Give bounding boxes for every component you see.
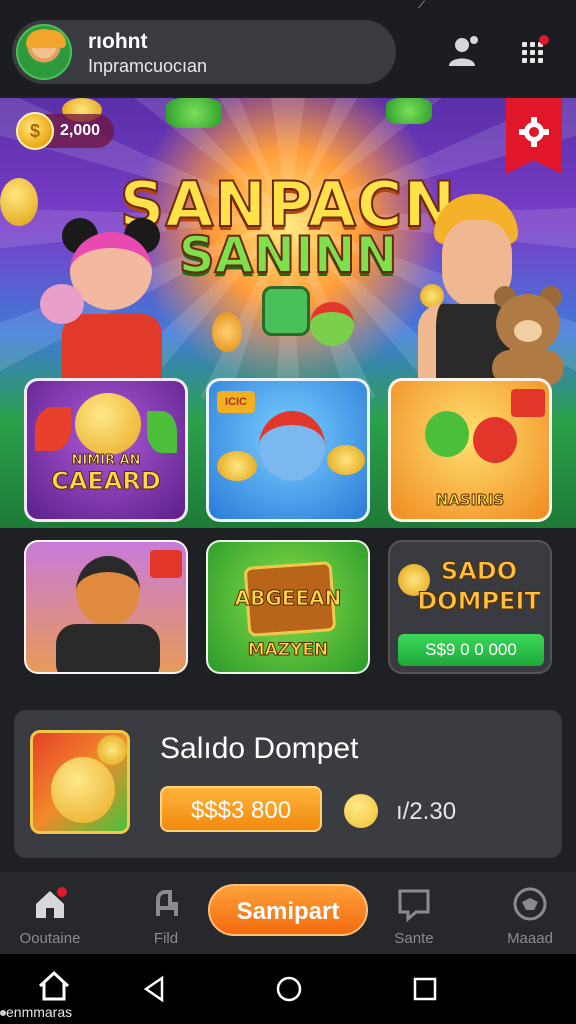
- tile-sublabel: ABGEEAN: [234, 586, 342, 611]
- tile-label: CAEARD: [51, 467, 162, 496]
- robot-character-icon: [262, 280, 362, 360]
- nav-item-sante[interactable]: Sante: [364, 872, 464, 954]
- gem-icon: [386, 98, 432, 124]
- leaf-icon: [147, 411, 177, 453]
- tile-badge-icon: [150, 550, 182, 578]
- home-icon[interactable]: [36, 968, 72, 1004]
- back-icon[interactable]: [140, 974, 170, 1004]
- cartoon-character-icon: [259, 411, 325, 481]
- coin-count: 2,000: [60, 122, 101, 139]
- coin-icon: [217, 451, 257, 481]
- critters-icon: [425, 411, 469, 457]
- bear-icon: [75, 393, 141, 455]
- bear-character-icon: [488, 286, 568, 386]
- system-label: enmmaras: [6, 1004, 73, 1020]
- gem-icon: [166, 98, 222, 128]
- avatar[interactable]: [16, 24, 72, 80]
- coin-icon: [97, 735, 127, 765]
- cat-man-body-icon: [56, 624, 160, 672]
- pig-character-icon: [40, 284, 84, 324]
- gear-icon: [519, 117, 549, 147]
- profile-subtitle: Inpramcuocıan: [88, 56, 208, 76]
- promo-banner[interactable]: $ 2,000 SANPACN SANINN NIMIR AN CAEARD I…: [0, 98, 576, 528]
- add-friend-icon[interactable]: [446, 34, 478, 66]
- smiley-icon: [344, 794, 378, 828]
- profile-pill[interactable]: rıohnt Inpramcuocıan: [12, 20, 396, 84]
- tile-label: NASIRIS: [435, 491, 505, 510]
- recents-icon[interactable]: [410, 974, 440, 1004]
- cat-man-icon: [76, 556, 140, 626]
- signal-icon: ⟋: [418, 0, 425, 11]
- coin-balance-badge[interactable]: $ 2,000: [16, 112, 115, 150]
- game-tile-wallet[interactable]: SADO DOMPEIT S$9 0 0 000: [388, 540, 552, 674]
- balance-button[interactable]: $$$3 800: [160, 786, 322, 832]
- coin-icon: [327, 445, 365, 475]
- tile-label: SADO DOMPEIT: [417, 557, 542, 616]
- system-nav-bar: enmmaras: [0, 954, 576, 1024]
- game-tile-nasiris[interactable]: NASIRIS: [388, 378, 552, 522]
- tile-label: MAZYEN: [247, 640, 329, 661]
- wallet-title: Salıdo Dompet: [160, 732, 359, 765]
- bottom-nav: Ooutaine Fild Samipart Sante Maaad: [0, 872, 576, 954]
- nav-item-maaad[interactable]: Maaad: [480, 872, 576, 954]
- bear-icon: [51, 757, 115, 823]
- coin-icon: $: [16, 112, 54, 150]
- tile-sublabel: NIMIR AN: [71, 453, 141, 469]
- wallet-image: [30, 730, 130, 834]
- ball-icon: [513, 887, 547, 921]
- nav-item-home[interactable]: Ooutaine: [0, 872, 100, 954]
- nav-label: Maaad: [507, 930, 553, 947]
- chat-icon: [398, 889, 430, 922]
- chair-icon: [156, 890, 178, 916]
- nav-label: Ooutaine: [19, 930, 81, 947]
- game-tile-catman[interactable]: [24, 540, 188, 674]
- game-tile-cartoon[interactable]: ICIC: [206, 378, 370, 522]
- wallet-ratio: ı/2.30: [396, 798, 457, 825]
- leaf-icon: [35, 407, 71, 451]
- play-button[interactable]: Samipart: [208, 884, 368, 936]
- tile-badge: ICIC: [217, 391, 255, 413]
- critters-icon: [473, 417, 517, 463]
- app-header: ⟋ rıohnt Inpramcuocıan: [0, 0, 576, 96]
- menu-grid-icon[interactable]: [518, 34, 550, 66]
- nav-label: Fild: [153, 930, 179, 947]
- profile-name: rıohnt: [88, 30, 148, 53]
- game-tile-caeard[interactable]: NIMIR AN CAEARD: [24, 378, 188, 522]
- nav-item-fild[interactable]: Fild: [116, 872, 216, 954]
- tile-badge-icon: [511, 389, 545, 417]
- coin-icon: [212, 312, 242, 352]
- home-icon: [36, 887, 67, 918]
- cursor-icon: [0, 1010, 6, 1016]
- game-tile-mazyen[interactable]: ABGEEAN MAZYEN: [206, 540, 370, 674]
- nav-label: Sante: [394, 930, 434, 947]
- wallet-card[interactable]: Salıdo Dompet $$$3 800 ı/2.30: [14, 710, 562, 858]
- tile-amount: S$9 0 0 000: [398, 634, 544, 666]
- home-circle-icon[interactable]: [274, 974, 304, 1004]
